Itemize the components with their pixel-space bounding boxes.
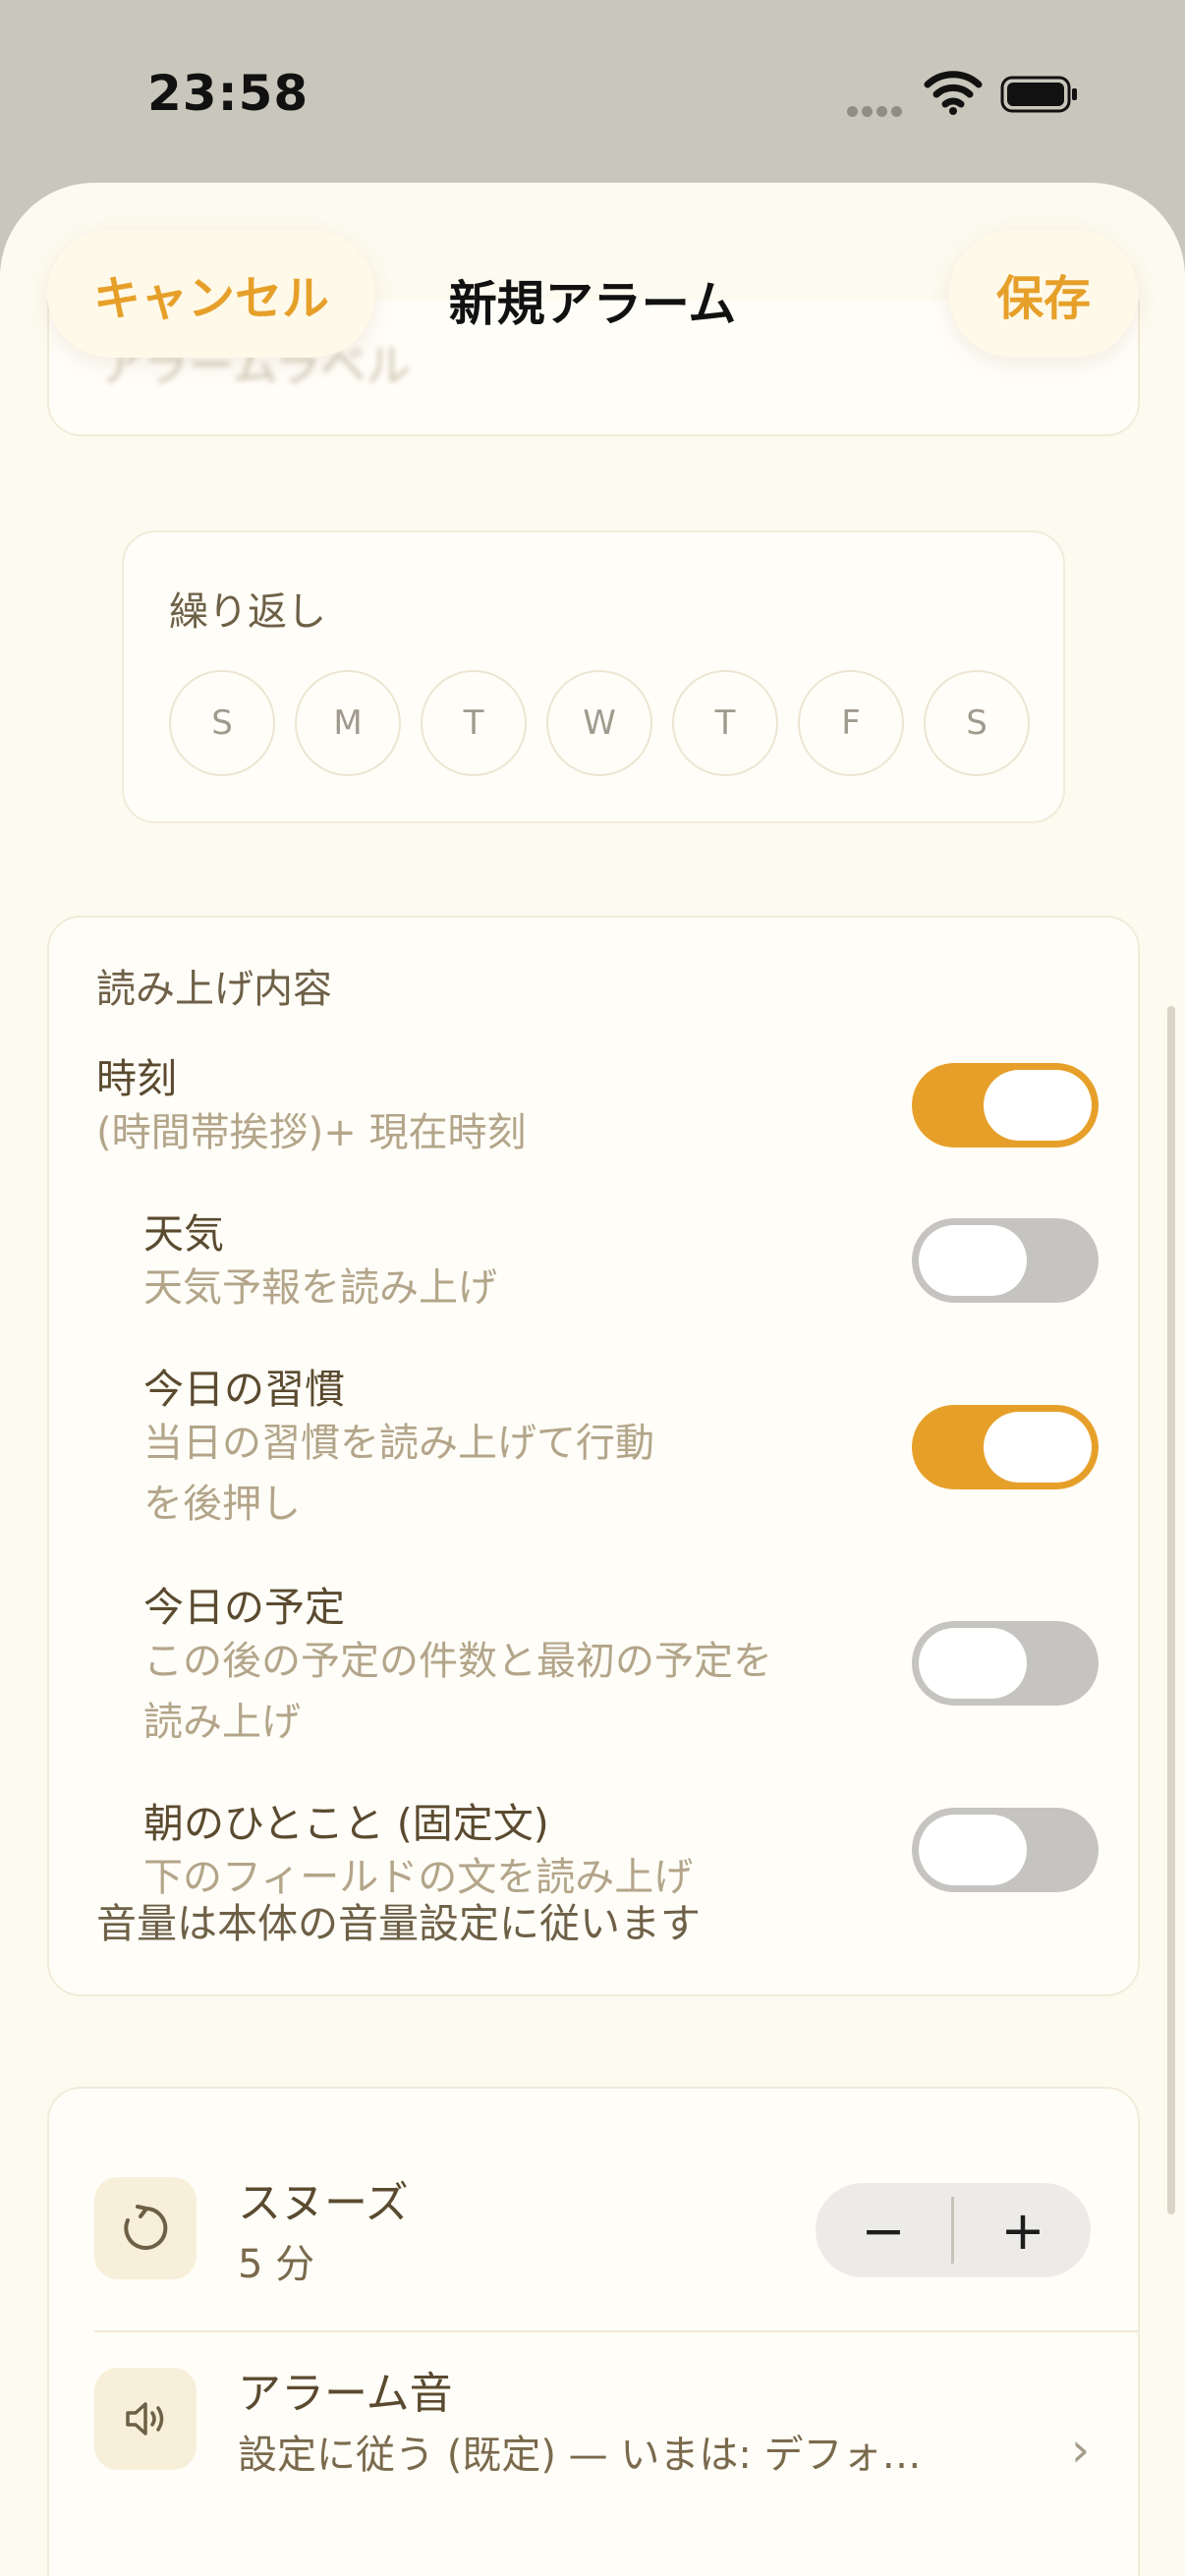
snooze-increment-button[interactable]: +: [955, 2183, 1091, 2277]
day-tuesday[interactable]: T: [421, 670, 527, 776]
day-sunday[interactable]: S: [169, 670, 275, 776]
toggle-knob: [984, 1412, 1092, 1483]
status-time: 23:58: [147, 65, 310, 122]
weather-readout-toggle[interactable]: [912, 1218, 1099, 1303]
snooze-sound-card: スヌーズ 5 分 − + アラーム音 設定に従う (既定) — いまは: デフォ…: [47, 2087, 1140, 2576]
scrollbar[interactable]: [1167, 1006, 1175, 2214]
morning-message-readout-toggle[interactable]: [912, 1808, 1099, 1892]
toggle-knob: [919, 1815, 1027, 1885]
battery-icon: [1000, 76, 1077, 113]
time-readout-title: 時刻: [96, 1055, 177, 1102]
schedule-readout-toggle[interactable]: [912, 1621, 1099, 1706]
chevron-right-icon[interactable]: ›: [1071, 2423, 1090, 2478]
row-divider: [94, 2330, 1138, 2332]
day-wednesday[interactable]: W: [546, 670, 652, 776]
snooze-value: 5 分: [238, 2242, 315, 2287]
time-readout-toggle[interactable]: [912, 1063, 1099, 1148]
readout-section-title: 読み上げ内容: [96, 967, 332, 1012]
morning-message-readout-title: 朝のひとこと (固定文): [143, 1800, 549, 1847]
weather-readout-title: 天気: [143, 1210, 224, 1258]
habits-readout-subtitle-1: 当日の習慣を読み上げて行動: [143, 1421, 654, 1466]
repeat-card: 繰り返し S M T W T F S: [122, 531, 1065, 823]
day-saturday[interactable]: S: [924, 670, 1030, 776]
toggle-knob: [919, 1628, 1027, 1699]
readout-content-card: 読み上げ内容 時刻 (時間帯挨拶)+ 現在時刻 天気 天気予報を読み上げ 今日の…: [47, 916, 1140, 1996]
nav-bar: キャンセル 新規アラーム 保存: [0, 183, 1185, 360]
time-readout-subtitle: (時間帯挨拶)+ 現在時刻: [96, 1110, 527, 1155]
snooze-title: スヌーズ: [238, 2178, 409, 2228]
speaker-icon: [94, 2368, 197, 2470]
snooze-stepper: − +: [816, 2183, 1091, 2277]
weekday-selector: S M T W T F S: [169, 670, 1030, 776]
schedule-readout-subtitle-2: 読み上げ: [143, 1700, 301, 1745]
schedule-readout-title: 今日の予定: [143, 1584, 345, 1631]
repeat-title: 繰り返し: [169, 589, 326, 635]
save-button[interactable]: 保存: [949, 230, 1138, 358]
snooze-icon: [94, 2177, 197, 2279]
alarm-sound-value[interactable]: 設定に従う (既定) — いまは: デフォ…: [238, 2423, 922, 2480]
schedule-readout-subtitle-1: この後の予定の件数と最初の予定を: [143, 1639, 772, 1684]
day-friday[interactable]: F: [798, 670, 904, 776]
wifi-icon: [924, 71, 983, 115]
status-bar: 23:58: [0, 0, 1185, 187]
habits-readout-toggle[interactable]: [912, 1405, 1099, 1489]
alarm-sound-title[interactable]: アラーム音: [238, 2358, 453, 2421]
new-alarm-sheet: アラームラベル キャンセル 新規アラーム 保存 繰り返し S M T W T F…: [0, 183, 1185, 2576]
cellular-signal-icon: [847, 102, 906, 121]
volume-footnote: 音量は本体の音量設定に従います: [96, 1900, 701, 1947]
snooze-decrement-button[interactable]: −: [816, 2183, 951, 2277]
day-thursday[interactable]: T: [672, 670, 778, 776]
habits-readout-subtitle-2: を後押し: [143, 1482, 301, 1527]
day-monday[interactable]: M: [295, 670, 401, 776]
toggle-knob: [919, 1225, 1027, 1296]
weather-readout-subtitle: 天気予報を読み上げ: [143, 1265, 497, 1311]
stepper-divider: [951, 2197, 954, 2264]
habits-readout-title: 今日の習慣: [143, 1366, 345, 1413]
toggle-knob: [984, 1070, 1092, 1141]
